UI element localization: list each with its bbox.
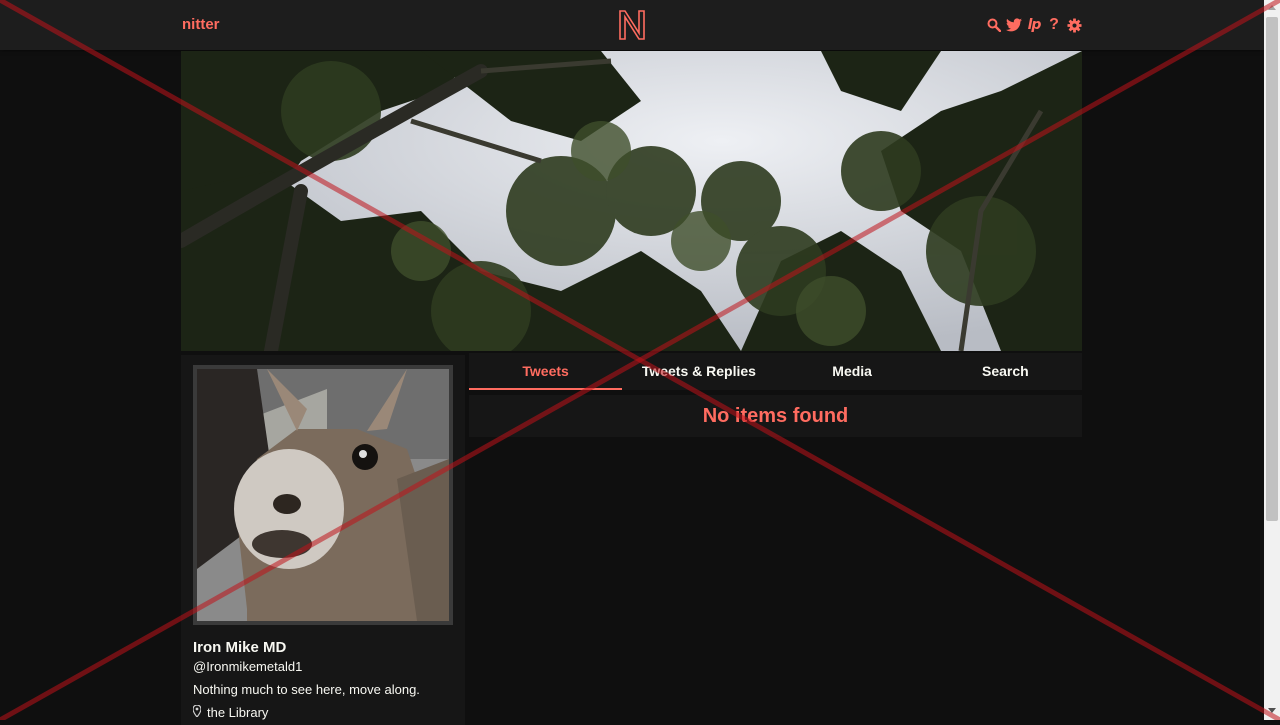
tab-tweets-replies[interactable]: Tweets & Replies (622, 353, 775, 390)
page-scrollbar[interactable] (1264, 0, 1280, 720)
tab-search[interactable]: Search (929, 353, 1082, 390)
nitter-logo[interactable] (618, 9, 646, 41)
profile-location: the Library (192, 704, 268, 720)
scroll-down-arrow-icon[interactable] (1268, 708, 1276, 713)
navbar: nitter lp ? (0, 0, 1264, 50)
brand-link[interactable]: nitter (182, 16, 220, 33)
avatar[interactable] (193, 365, 453, 625)
profile-fullname[interactable]: Iron Mike MD (193, 639, 286, 656)
timeline-empty-message: No items found (469, 395, 1082, 437)
profile-bio: Nothing much to see here, move along. (193, 682, 420, 697)
scroll-up-arrow-icon[interactable] (1268, 5, 1276, 10)
help-icon[interactable]: ? (1046, 16, 1062, 33)
timeline-tabs: Tweets Tweets & Replies Media Search (469, 353, 1082, 390)
location-label[interactable]: the Library (207, 705, 268, 720)
tab-media[interactable]: Media (776, 353, 929, 390)
profile-banner[interactable] (181, 51, 1082, 351)
twitter-icon[interactable] (1006, 17, 1022, 33)
location-pin-icon (192, 704, 202, 720)
nav-icons: lp ? (986, 16, 1082, 34)
profile-username[interactable]: @Ironmikemetald1 (193, 659, 302, 674)
liberapay-icon[interactable]: lp (1026, 17, 1042, 33)
gear-icon[interactable] (1066, 17, 1082, 33)
profile-card: Iron Mike MD @Ironmikemetald1 Nothing mu… (181, 355, 465, 725)
scroll-thumb[interactable] (1266, 17, 1278, 521)
search-icon[interactable] (986, 17, 1002, 33)
tab-tweets[interactable]: Tweets (469, 353, 623, 390)
